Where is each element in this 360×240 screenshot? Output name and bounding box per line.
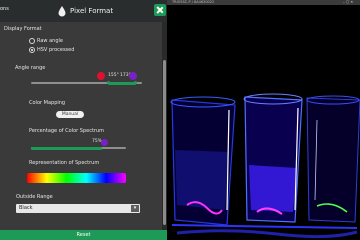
scrollbar-thumb[interactable] [163,60,166,225]
angle-min-value: 155° [108,73,119,78]
reset-button[interactable]: Reset [0,230,167,240]
angle-range-label: Angle range [15,65,46,71]
radio-hsv-processed[interactable] [29,47,35,53]
angle-range-fill [108,81,136,85]
angle-max-handle[interactable] [134,81,137,84]
pixel-format-panel: ons Pixel Format Display Format Raw angl… [0,0,167,240]
color-mapping-manual-toggle[interactable]: Manual [56,111,84,118]
spectrum-gradient-bar [27,173,126,183]
panel-titlebar: ons Pixel Format [0,0,167,22]
pct-spectrum-fill [31,146,103,150]
representation-label: Representation of Spectrum [29,160,100,166]
color-mapping-label: Color Mapping [29,100,66,106]
options-menu-button[interactable]: ons [0,6,9,12]
chevron-down-icon[interactable]: ▾ [131,205,139,212]
outside-range-label: Outside Range [16,194,53,200]
angle-min-handle[interactable] [107,81,110,84]
droplet-icon [58,6,66,17]
radio-raw-angle[interactable] [29,38,35,44]
panel-title: Pixel Format [70,7,114,15]
pct-spectrum-label: Percentage of Color Spectrum [29,128,104,134]
angle-max-color-knob[interactable] [129,72,137,80]
pct-spectrum-handle[interactable] [101,139,109,146]
polarization-image [167,5,360,240]
radio-hsv-processed-label: HSV processed [37,47,75,53]
close-button[interactable] [154,4,166,16]
image-view[interactable]: TRIO5SC-P / 8A4630022 – ▢ ✕ [167,0,360,240]
radio-raw-angle-label: Raw angle [37,38,63,44]
display-format-label: Display Format [4,26,42,32]
angle-min-color-knob[interactable] [97,72,105,80]
outside-range-dropdown[interactable]: Black [16,204,140,213]
